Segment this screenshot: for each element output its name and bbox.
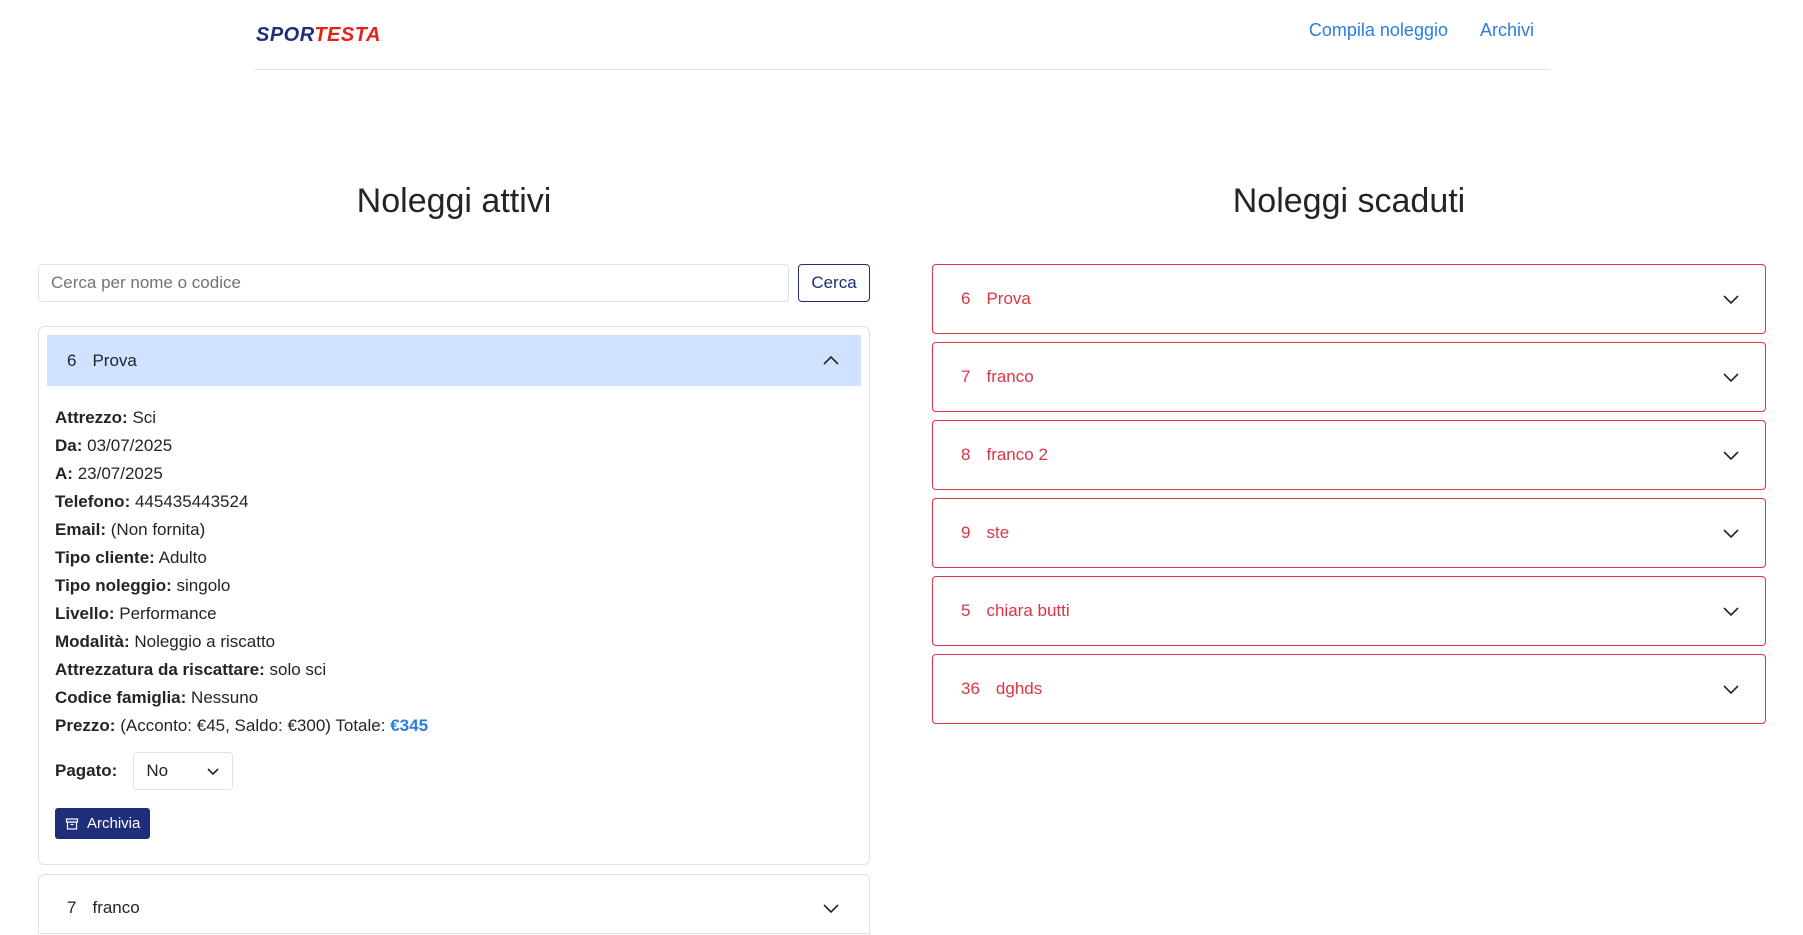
accordion-header[interactable]: 7 franco [47,883,861,934]
expired-rental-item[interactable]: 36 dghds [932,654,1766,724]
field-attrezzatura-riscattare: Attrezzatura da riscattare: solo sci [55,660,327,679]
expired-rental-item[interactable]: 9 ste [932,498,1766,568]
rental-name: ste [986,523,1010,542]
chevron-down-icon [1723,607,1739,617]
rental-name: franco 2 [986,445,1048,464]
field-attrezzo: Attrezzo: Sci [55,408,157,427]
field-modalita: Modalità: Noleggio a riscatto [55,632,276,651]
field-tipo-noleggio: Tipo noleggio: singolo [55,576,231,595]
rental-code: 7 [961,367,971,386]
archive-button[interactable]: Archivia [55,808,151,839]
expired-rentals-section: Noleggi scaduti 6 Prova 7 franco 8 franc… [932,160,1766,732]
rental-code: 7 [67,898,77,917]
nav-links: Compila noleggio Archivi [1309,20,1534,41]
rental-name: dghds [995,679,1043,698]
rental-name: franco [92,898,140,917]
chevron-down-icon [1723,529,1739,539]
field-email: Email: (Non fornita) [55,520,206,539]
rental-code: 6 [67,350,77,370]
rental-code: 6 [961,289,971,308]
paid-row: Pagato: No [55,752,853,790]
field-prezzo: Prezzo: (Acconto: €45, Saldo: €300) Tota… [55,716,429,735]
navbar: SPORTESTA Compila noleggio Archivi [254,0,1550,70]
rental-code: 8 [961,445,971,464]
sportesta-logo[interactable]: SPORTESTA [256,24,381,48]
chevron-down-icon [1723,451,1739,461]
accordion-body: Attrezzo: Sci Da: 03/07/2025 A: 23/07/20… [47,386,861,856]
field-a: A: 23/07/2025 [55,464,163,483]
nav-compila-noleggio[interactable]: Compila noleggio [1309,20,1448,41]
chevron-down-icon [207,768,219,776]
field-codice-famiglia: Codice famiglia: Nessuno [55,688,259,707]
rental-code: 5 [961,601,971,620]
chevron-down-icon [1723,295,1739,305]
paid-label: Pagato: [55,761,118,780]
field-da: Da: 03/07/2025 [55,436,173,455]
price-total: €345 [390,716,429,735]
active-rentals-section: Noleggi attivi Cerca 6 Prova Attrezzo: S… [38,160,870,934]
active-rental-item: 7 franco [38,873,870,934]
rental-name: franco [986,367,1034,386]
expired-rental-item[interactable]: 8 franco 2 [932,420,1766,490]
search-input[interactable] [38,264,789,302]
field-tipo-cliente: Tipo cliente: Adulto [55,548,207,567]
rental-name: Prova [986,289,1031,308]
chevron-up-icon [823,355,839,365]
rental-code: 36 [961,679,980,698]
rental-name: chiara butti [986,601,1070,620]
search-row: Cerca [38,264,870,302]
active-rentals-title: Noleggi attivi [356,182,552,220]
active-rental-item: 6 Prova Attrezzo: Sci Da: 03/07/2025 A: … [38,326,870,865]
expired-rental-item[interactable]: 7 franco [932,342,1766,412]
field-telefono: Telefono: 445435443524 [55,492,249,511]
expired-rental-item[interactable]: 5 chiara butti [932,576,1766,646]
paid-select[interactable]: No [133,752,234,790]
rental-name: Prova [92,350,137,370]
chevron-down-icon [1723,685,1739,695]
rental-code: 9 [961,523,971,542]
expired-rentals-title: Noleggi scaduti [1232,182,1466,220]
chevron-down-icon [1723,373,1739,383]
archive-icon [65,817,79,830]
chevron-down-icon [823,904,839,914]
accordion-header[interactable]: 6 Prova [47,335,861,386]
nav-archivi[interactable]: Archivi [1480,20,1534,41]
expired-rental-item[interactable]: 6 Prova [932,264,1766,334]
field-livello: Livello: Performance [55,604,217,623]
search-button[interactable]: Cerca [798,264,870,302]
paid-select-value: No [146,761,169,780]
